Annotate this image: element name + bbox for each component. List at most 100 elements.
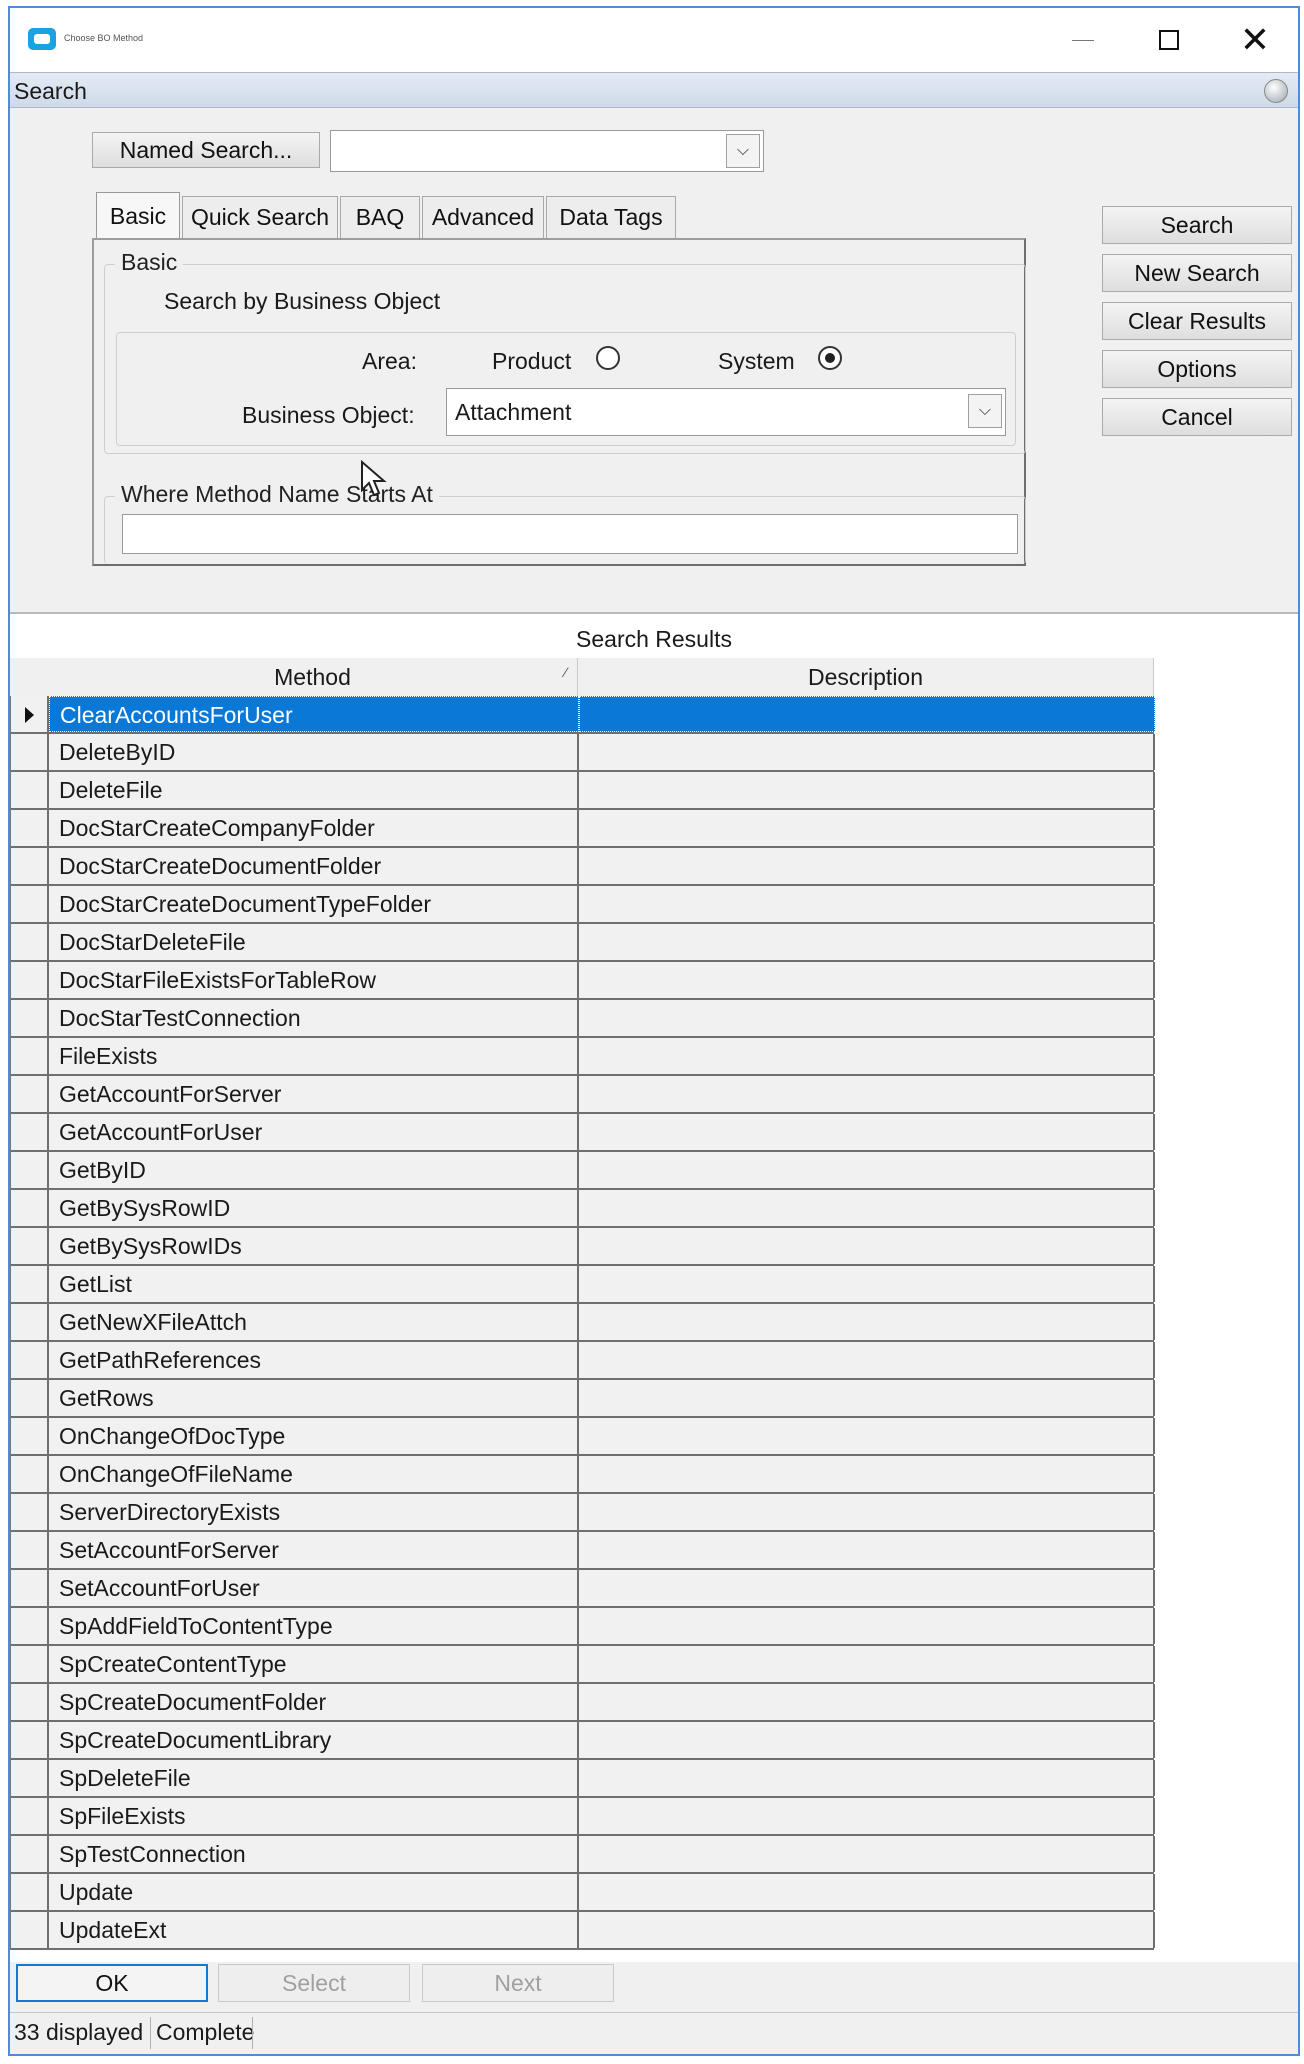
description-cell[interactable] [579, 1532, 1155, 1568]
table-row[interactable]: DeleteByID [11, 734, 1155, 772]
method-cell[interactable]: SpCreateDocumentLibrary [49, 1722, 579, 1758]
description-cell[interactable] [579, 810, 1155, 846]
row-selector[interactable] [11, 1456, 49, 1492]
product-radio-label[interactable]: Product [492, 348, 571, 375]
table-row[interactable]: GetAccountForUser [11, 1114, 1155, 1152]
column-header-description[interactable]: Description [578, 658, 1154, 696]
named-search-button[interactable]: Named Search... [92, 132, 320, 168]
row-selector[interactable] [11, 1418, 49, 1454]
method-cell[interactable]: DocStarDeleteFile [49, 924, 579, 960]
description-cell[interactable] [579, 1000, 1155, 1036]
row-selector[interactable] [11, 1722, 49, 1758]
row-selector[interactable] [11, 1912, 49, 1948]
ok-button[interactable]: OK [16, 1964, 208, 2002]
description-cell[interactable] [579, 1418, 1155, 1454]
table-row[interactable]: GetRows [11, 1380, 1155, 1418]
table-row[interactable]: ServerDirectoryExists [11, 1494, 1155, 1532]
row-selector[interactable] [11, 848, 49, 884]
method-cell[interactable]: DocStarCreateCompanyFolder [49, 810, 579, 846]
method-cell[interactable]: SpAddFieldToContentType [49, 1608, 579, 1644]
table-row[interactable]: DocStarFileExistsForTableRow [11, 962, 1155, 1000]
method-cell[interactable]: DocStarFileExistsForTableRow [49, 962, 579, 998]
description-cell[interactable] [579, 1266, 1155, 1302]
row-selector[interactable] [11, 1836, 49, 1872]
description-cell[interactable] [579, 1722, 1155, 1758]
method-cell[interactable]: ClearAccountsForUser [49, 696, 579, 732]
row-selector[interactable] [11, 1342, 49, 1378]
method-cell[interactable]: SpCreateContentType [49, 1646, 579, 1682]
description-cell[interactable] [579, 1228, 1155, 1264]
table-row[interactable]: OnChangeOfFileName [11, 1456, 1155, 1494]
row-selector[interactable] [11, 1000, 49, 1036]
description-cell[interactable] [579, 1646, 1155, 1682]
method-cell[interactable]: GetByID [49, 1152, 579, 1188]
table-row[interactable]: GetList [11, 1266, 1155, 1304]
method-cell[interactable]: GetAccountForServer [49, 1076, 579, 1112]
row-selector[interactable] [11, 1228, 49, 1264]
method-cell[interactable]: SpTestConnection [49, 1836, 579, 1872]
method-cell[interactable]: SetAccountForUser [49, 1570, 579, 1606]
method-cell[interactable]: SpFileExists [49, 1798, 579, 1834]
row-selector[interactable] [11, 810, 49, 846]
row-selector[interactable] [11, 1076, 49, 1112]
description-cell[interactable] [579, 962, 1155, 998]
row-selector[interactable] [11, 696, 49, 732]
method-name-starts-input[interactable] [122, 514, 1018, 554]
row-selector[interactable] [11, 1152, 49, 1188]
chevron-down-icon[interactable]: ⌵ [726, 134, 760, 168]
tab-quick-search[interactable]: Quick Search [182, 196, 338, 238]
table-row[interactable]: SpAddFieldToContentType [11, 1608, 1155, 1646]
method-cell[interactable]: DocStarCreateDocumentTypeFolder [49, 886, 579, 922]
description-cell[interactable] [579, 1494, 1155, 1530]
tab-data-tags[interactable]: Data Tags [546, 196, 676, 238]
search-button[interactable]: Search [1102, 206, 1292, 244]
table-row[interactable]: SpCreateDocumentFolder [11, 1684, 1155, 1722]
description-cell[interactable] [579, 1798, 1155, 1834]
row-selector[interactable] [11, 772, 49, 808]
row-selector[interactable] [11, 1874, 49, 1910]
row-selector[interactable] [11, 1190, 49, 1226]
description-cell[interactable] [579, 1038, 1155, 1074]
description-cell[interactable] [579, 848, 1155, 884]
description-cell[interactable] [579, 1684, 1155, 1720]
method-cell[interactable]: OnChangeOfDocType [49, 1418, 579, 1454]
method-cell[interactable]: FileExists [49, 1038, 579, 1074]
tab-baq[interactable]: BAQ [340, 196, 420, 238]
system-radio[interactable] [818, 346, 842, 370]
table-row[interactable]: GetNewXFileAttch [11, 1304, 1155, 1342]
column-header-method[interactable]: Method ⁄ [48, 658, 578, 696]
description-cell[interactable] [579, 1152, 1155, 1188]
description-cell[interactable] [579, 1114, 1155, 1150]
table-row[interactable]: SpCreateContentType [11, 1646, 1155, 1684]
row-selector[interactable] [11, 1760, 49, 1796]
description-cell[interactable] [579, 1836, 1155, 1872]
clear-results-button[interactable]: Clear Results [1102, 302, 1292, 340]
row-selector[interactable] [11, 1038, 49, 1074]
row-selector[interactable] [11, 1532, 49, 1568]
description-cell[interactable] [579, 734, 1155, 770]
table-row[interactable]: SpCreateDocumentLibrary [11, 1722, 1155, 1760]
method-cell[interactable]: DocStarCreateDocumentFolder [49, 848, 579, 884]
description-cell[interactable] [579, 924, 1155, 960]
row-selector[interactable] [11, 1380, 49, 1416]
pin-icon[interactable] [1264, 79, 1288, 103]
method-cell[interactable]: GetList [49, 1266, 579, 1302]
description-cell[interactable] [579, 1608, 1155, 1644]
row-selector[interactable] [11, 1608, 49, 1644]
method-cell[interactable]: GetRows [49, 1380, 579, 1416]
minimize-button[interactable] [1040, 8, 1126, 72]
table-row[interactable]: SetAccountForUser [11, 1570, 1155, 1608]
method-cell[interactable]: OnChangeOfFileName [49, 1456, 579, 1492]
method-cell[interactable]: SetAccountForServer [49, 1532, 579, 1568]
table-row[interactable]: DocStarTestConnection [11, 1000, 1155, 1038]
table-row[interactable]: OnChangeOfDocType [11, 1418, 1155, 1456]
description-cell[interactable] [579, 1874, 1155, 1910]
row-selector[interactable] [11, 1646, 49, 1682]
description-cell[interactable] [579, 1076, 1155, 1112]
table-row[interactable]: UpdateExt [11, 1912, 1155, 1950]
close-button[interactable]: ✕ [1212, 8, 1298, 72]
method-cell[interactable]: GetBySysRowID [49, 1190, 579, 1226]
row-selector[interactable] [11, 962, 49, 998]
row-selector[interactable] [11, 924, 49, 960]
business-object-dropdown[interactable]: Attachment ⌵ [446, 388, 1006, 436]
